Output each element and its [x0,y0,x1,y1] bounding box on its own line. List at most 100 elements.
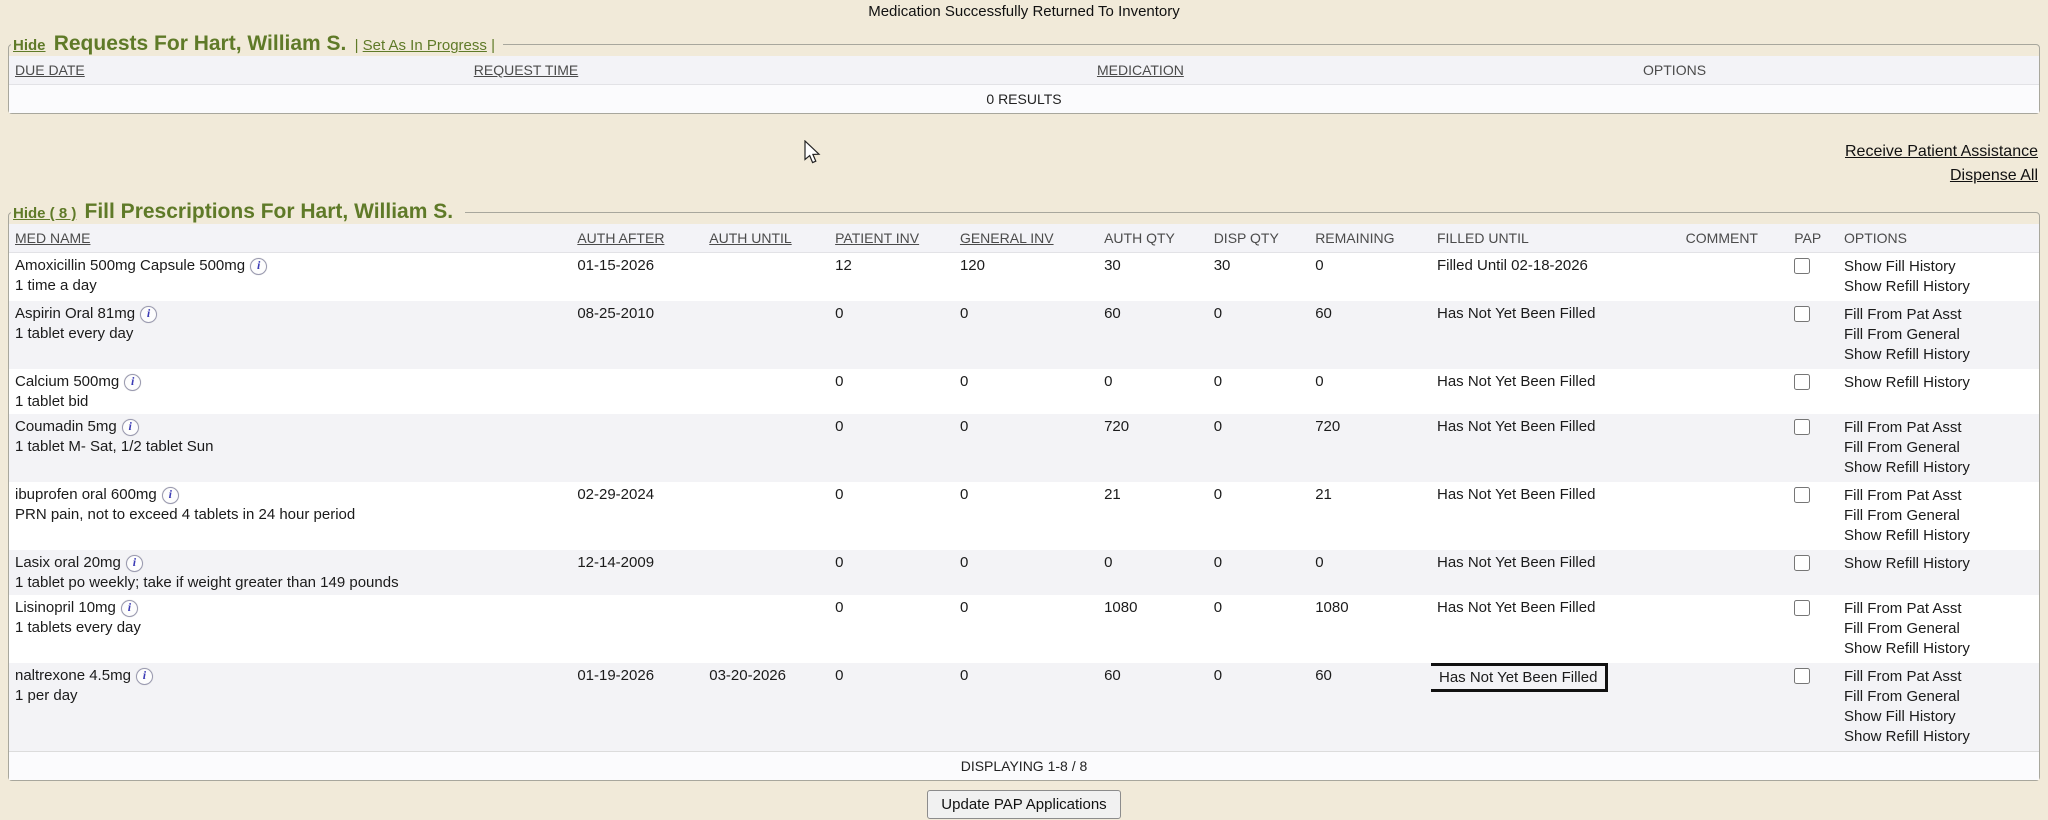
column-patient-inv[interactable]: PATIENT INV [835,230,919,246]
set-as-in-progress-link[interactable]: Set As In Progress [363,37,487,54]
info-icon[interactable]: i [136,668,153,685]
general-inv: 0 [954,482,1098,550]
option-link[interactable]: Fill From General [1844,325,2033,345]
auth-until [703,482,829,550]
option-link[interactable]: Fill From Pat Asst [1844,486,2033,506]
option-link[interactable]: Show Refill History [1844,526,2033,546]
status-message: Medication Successfully Returned To Inve… [0,0,2048,20]
info-icon[interactable]: i [122,419,139,436]
requests-section: Hide Requests For Hart, William S. | Set… [8,32,2040,114]
disp-qty: 0 [1208,663,1310,752]
auth-until [703,369,829,414]
auth-qty: 720 [1098,414,1208,482]
filled-until-status: Has Not Yet Been Filled [1437,418,1595,435]
auth-after [571,595,703,663]
requests-section-title: Requests For Hart, William S. [50,32,351,55]
info-icon[interactable]: i [126,555,143,572]
med-directions: 1 tablet bid [15,391,565,410]
general-inv: 0 [954,663,1098,752]
option-link[interactable]: Fill From Pat Asst [1844,305,2033,325]
row-options: Fill From Pat AsstFill From GeneralShow … [1838,663,2039,752]
option-link[interactable]: Fill From Pat Asst [1844,667,2033,687]
column-auth-until[interactable]: AUTH UNTIL [709,230,791,246]
option-link[interactable]: Show Refill History [1844,727,2033,747]
pap-checkbox[interactable] [1794,555,1810,571]
column-auth-after[interactable]: AUTH AFTER [577,230,664,246]
comment [1680,663,1789,752]
general-inv: 120 [954,253,1098,302]
general-inv: 0 [954,301,1098,369]
option-link[interactable]: Show Refill History [1844,277,2033,297]
requests-empty-results: 0 RESULTS [9,85,2039,114]
column-options: OPTIONS [1844,230,1907,246]
column-pap: PAP [1794,230,1821,246]
option-link[interactable]: Fill From General [1844,687,2033,707]
med-name: Calcium 500mg [15,373,119,390]
auth-after: 12-14-2009 [571,550,703,595]
requests-empty-row: 0 RESULTS [9,85,2039,114]
disp-qty: 0 [1208,414,1310,482]
option-link[interactable]: Fill From General [1844,438,2033,458]
row-options: Fill From Pat AsstFill From GeneralShow … [1838,301,2039,369]
auth-until [703,414,829,482]
paging-row: DISPLAYING 1-8 / 8 [9,752,2039,781]
disp-qty: 0 [1208,369,1310,414]
auth-qty: 30 [1098,253,1208,302]
filled-until-status: Filled Until 02-18-2026 [1437,257,1588,274]
info-icon[interactable]: i [121,600,138,617]
requests-hide-link[interactable]: Hide [13,37,46,54]
patient-inv: 0 [829,369,954,414]
rx-row: naltrexone 4.5mgi 1 per day 01-19-2026 0… [9,663,2039,752]
pap-checkbox[interactable] [1794,600,1810,616]
pap-checkbox[interactable] [1794,419,1810,435]
auth-until [703,253,829,302]
option-link[interactable]: Show Refill History [1844,345,2033,365]
fill-header-row: MED NAME AUTH AFTER AUTH UNTIL PATIENT I… [9,224,2039,253]
column-due-date[interactable]: DUE DATE [15,62,85,78]
info-icon[interactable]: i [124,374,141,391]
pap-checkbox[interactable] [1794,306,1810,322]
pap-checkbox[interactable] [1794,374,1810,390]
fill-hide-link[interactable]: Hide ( 8 ) [13,205,76,222]
filled-until-status: Has Not Yet Been Filled [1437,554,1595,571]
remaining: 60 [1309,301,1431,369]
option-link[interactable]: Fill From Pat Asst [1844,418,2033,438]
option-link[interactable]: Fill From General [1844,506,2033,526]
column-medication[interactable]: MEDICATION [1097,62,1184,78]
comment [1680,482,1789,550]
option-link[interactable]: Show Fill History [1844,257,2033,277]
filled-until-status: Has Not Yet Been Filled [1437,486,1595,503]
option-link[interactable]: Show Refill History [1844,458,2033,478]
update-pap-applications-button[interactable]: Update PAP Applications [927,790,1120,819]
option-link[interactable]: Show Fill History [1844,707,2033,727]
column-med-name[interactable]: MED NAME [15,230,90,246]
info-icon[interactable]: i [250,258,267,275]
pap-checkbox[interactable] [1794,487,1810,503]
auth-qty: 1080 [1098,595,1208,663]
remaining: 720 [1309,414,1431,482]
option-link[interactable]: Show Refill History [1844,639,2033,659]
option-link[interactable]: Show Refill History [1844,554,2033,574]
option-link[interactable]: Fill From Pat Asst [1844,599,2033,619]
med-directions: 1 time a day [15,275,565,294]
requests-table: DUE DATE REQUEST TIME MEDICATION OPTIONS… [9,56,2039,113]
legend-separator: | [355,37,359,54]
option-link[interactable]: Show Refill History [1844,373,2033,393]
fill-section-title: Fill Prescriptions For Hart, William S. [81,200,458,223]
receive-patient-assistance-link[interactable]: Receive Patient Assistance [0,140,2038,164]
auth-after [571,369,703,414]
info-icon[interactable]: i [162,487,179,504]
pap-checkbox[interactable] [1794,668,1810,684]
rx-row: Amoxicillin 500mg Capsule 500mgi 1 time … [9,253,2039,302]
column-request-time[interactable]: REQUEST TIME [474,62,579,78]
pap-checkbox[interactable] [1794,258,1810,274]
column-options: OPTIONS [1643,62,1706,78]
info-icon[interactable]: i [140,306,157,323]
auth-qty: 60 [1098,663,1208,752]
med-directions: 1 tablet po weekly; take if weight great… [15,572,565,591]
option-link[interactable]: Fill From General [1844,619,2033,639]
row-options: Fill From Pat AsstFill From GeneralShow … [1838,595,2039,663]
dispense-all-link[interactable]: Dispense All [0,164,2038,188]
column-general-inv[interactable]: GENERAL INV [960,230,1054,246]
column-comment: COMMENT [1686,230,1758,246]
